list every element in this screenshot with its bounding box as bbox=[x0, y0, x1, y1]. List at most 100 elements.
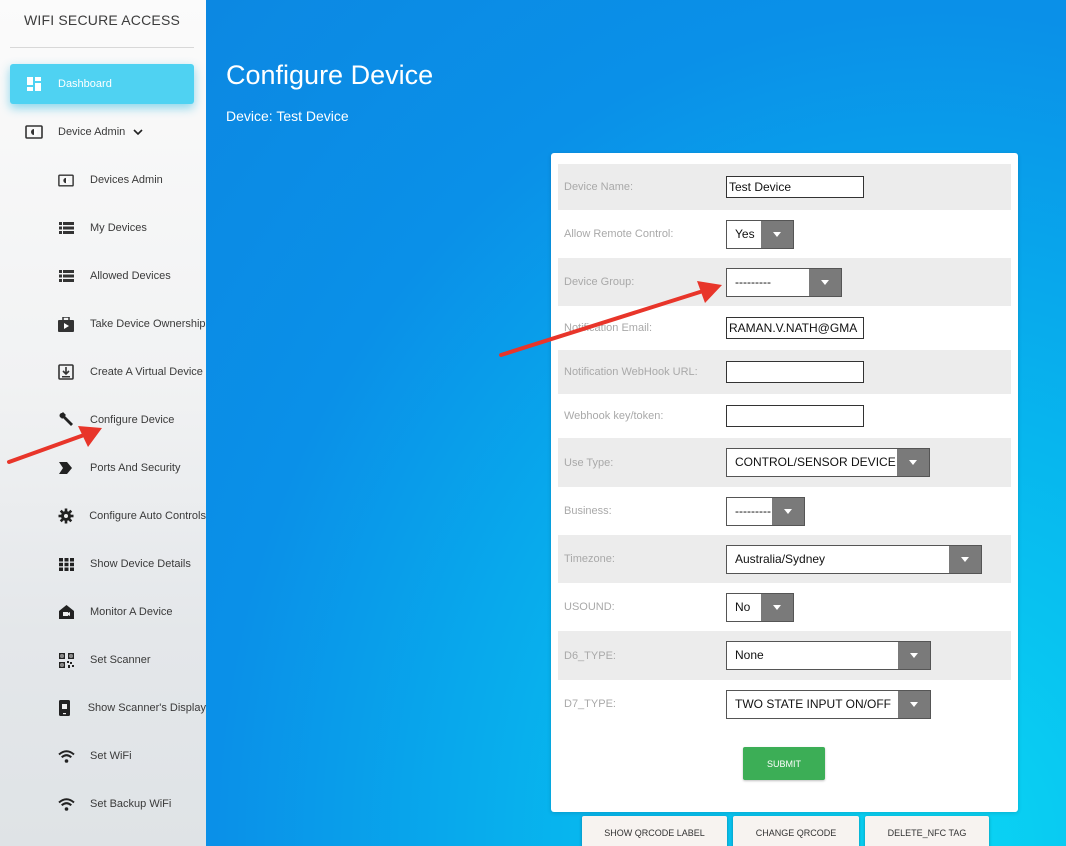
use-type-select[interactable]: CONTROL/SENSOR DEVICE bbox=[726, 448, 930, 477]
field-label: Allow Remote Control: bbox=[564, 228, 674, 240]
sidebar-item-label: My Devices bbox=[90, 222, 147, 234]
sidebar-item-label: Allowed Devices bbox=[90, 270, 171, 282]
webhook-key-input[interactable] bbox=[726, 405, 864, 427]
timezone-select[interactable]: Australia/Sydney bbox=[726, 544, 982, 574]
select-value: --------- bbox=[735, 503, 771, 518]
brand-title: WIFI SECURE ACCESS bbox=[10, 0, 194, 48]
main-content: Configure Device Device: Test Device Dev… bbox=[206, 0, 1066, 846]
download-box-icon bbox=[54, 363, 78, 381]
sidebar-item-dashboard[interactable]: Dashboard bbox=[10, 64, 194, 104]
form-row-d7-type: D7_TYPE: TWO STATE INPUT ON/OFF bbox=[558, 680, 1011, 728]
sidebar-item-label: Monitor A Device bbox=[90, 606, 173, 618]
sidebar-item-label: Device Admin bbox=[58, 126, 126, 138]
form-row-d6-type: D6_TYPE: None bbox=[558, 631, 1011, 680]
form-row-use-type: Use Type: CONTROL/SENSOR DEVICE bbox=[558, 438, 1011, 487]
dropdown-arrow-icon bbox=[898, 690, 930, 718]
usound-select[interactable]: No bbox=[726, 592, 794, 622]
device-admin-icon bbox=[22, 123, 46, 141]
webhook-url-input[interactable] bbox=[726, 361, 864, 383]
sidebar-item-label: Create A Virtual Device bbox=[90, 366, 203, 378]
sidebar-item-allowed-devices[interactable]: Allowed Devices bbox=[10, 256, 206, 296]
form-row-allow-remote: Allow Remote Control: Yes bbox=[558, 210, 1011, 258]
list-icon bbox=[54, 267, 78, 285]
sidebar-item-configure-device[interactable]: Configure Device bbox=[10, 400, 206, 440]
device-group-select[interactable]: --------- bbox=[726, 267, 842, 297]
delete-nfc-tag-button[interactable]: DELETE_NFC TAG bbox=[865, 816, 989, 846]
page-subtitle: Device: Test Device bbox=[226, 108, 349, 124]
form-row-notification-email: Notification Email: RAMAN.V.NATH@GMA bbox=[558, 306, 1011, 350]
sidebar-item-device-admin[interactable]: Device Admin bbox=[10, 112, 206, 152]
sidebar-item-label: Dashboard bbox=[58, 78, 112, 90]
field-label: Use Type: bbox=[564, 456, 614, 469]
wifi-icon bbox=[54, 795, 78, 813]
field-label: D7_TYPE: bbox=[564, 698, 616, 710]
sidebar-item-label: Show Device Details bbox=[90, 558, 191, 570]
notification-email-input[interactable]: RAMAN.V.NATH@GMA bbox=[726, 317, 864, 339]
dropdown-arrow-icon bbox=[772, 497, 804, 525]
field-label: D6_TYPE: bbox=[564, 649, 616, 662]
dashboard-icon bbox=[22, 75, 46, 93]
select-value: TWO STATE INPUT ON/OFF bbox=[735, 696, 891, 711]
sidebar-item-set-scanner[interactable]: Set Scanner bbox=[10, 640, 206, 680]
d7-type-select[interactable]: TWO STATE INPUT ON/OFF bbox=[726, 689, 931, 719]
configure-device-form: Device Name: Test Device Allow Remote Co… bbox=[551, 153, 1018, 812]
sidebar-item-show-device-details[interactable]: Show Device Details bbox=[10, 544, 206, 584]
device-name-input[interactable]: Test Device bbox=[726, 176, 864, 198]
sidebar-item-label: Ports And Security bbox=[90, 462, 181, 474]
form-row-device-group: Device Group: --------- bbox=[558, 258, 1011, 306]
home-camera-icon bbox=[54, 603, 78, 621]
form-row-webhook-url: Notification WebHook URL: bbox=[558, 350, 1011, 394]
submit-button[interactable]: SUBMIT bbox=[743, 747, 825, 780]
device-admin-icon bbox=[54, 171, 78, 189]
gear-icon bbox=[54, 507, 77, 525]
dropdown-arrow-icon bbox=[898, 642, 930, 669]
select-value: CONTROL/SENSOR DEVICE bbox=[735, 455, 896, 469]
sidebar-item-monitor-a-device[interactable]: Monitor A Device bbox=[10, 592, 206, 632]
sidebar-item-label: Configure Device bbox=[90, 414, 175, 426]
sidebar-item-label: Set Backup WiFi bbox=[90, 798, 172, 810]
field-label: Notification WebHook URL: bbox=[564, 366, 698, 378]
chevron-down-icon bbox=[133, 127, 143, 138]
select-value: Yes bbox=[735, 226, 755, 241]
sidebar-item-set-backup-wifi[interactable]: Set Backup WiFi bbox=[10, 784, 206, 824]
sidebar-item-ports-and-security[interactable]: Ports And Security bbox=[10, 448, 206, 488]
sidebar-item-label: Configure Auto Controls bbox=[89, 510, 206, 522]
select-value: --------- bbox=[735, 274, 771, 289]
wifi-icon bbox=[54, 747, 78, 765]
sidebar-item-create-virtual-device[interactable]: Create A Virtual Device bbox=[10, 352, 206, 392]
field-label: Device Group: bbox=[564, 276, 635, 288]
sidebar-item-devices-admin[interactable]: Devices Admin bbox=[10, 160, 206, 200]
sidebar-item-label: Set WiFi bbox=[90, 750, 132, 762]
wrench-icon bbox=[54, 411, 78, 429]
show-qrcode-label-button[interactable]: SHOW QRCODE LABEL bbox=[582, 816, 727, 846]
form-row-timezone: Timezone: Australia/Sydney bbox=[558, 535, 1011, 583]
sidebar-item-take-device-ownership[interactable]: Take Device Ownership bbox=[10, 304, 206, 344]
sidebar-item-configure-auto-controls[interactable]: Configure Auto Controls bbox=[10, 496, 206, 536]
page-title: Configure Device bbox=[226, 60, 434, 90]
form-row-usound: USOUND: No bbox=[558, 583, 1011, 631]
field-label: Device Name: bbox=[564, 181, 634, 193]
dropdown-arrow-icon bbox=[761, 593, 793, 621]
dropdown-arrow-icon bbox=[897, 449, 929, 476]
sidebar-item-label: Set Scanner bbox=[90, 654, 151, 666]
sidebar: WIFI SECURE ACCESS Dashboard Device Admi… bbox=[0, 0, 206, 846]
field-label: Business: bbox=[564, 505, 612, 517]
field-label: Notification Email: bbox=[564, 322, 653, 334]
field-label: Webhook key/token: bbox=[564, 410, 664, 422]
business-select[interactable]: --------- bbox=[726, 496, 805, 526]
d6-type-select[interactable]: None bbox=[726, 641, 931, 670]
allow-remote-select[interactable]: Yes bbox=[726, 219, 794, 249]
form-row-device-name: Device Name: Test Device bbox=[558, 164, 1011, 210]
dropdown-arrow-icon bbox=[949, 545, 981, 573]
sidebar-item-my-devices[interactable]: My Devices bbox=[10, 208, 206, 248]
qrcode-icon bbox=[54, 651, 78, 669]
select-value: None bbox=[735, 648, 764, 662]
sidebar-item-label: Take Device Ownership bbox=[90, 318, 206, 330]
sidebar-item-show-scanners-display[interactable]: Show Scanner's Display bbox=[10, 688, 206, 728]
sidebar-item-set-wifi[interactable]: Set WiFi bbox=[10, 736, 206, 776]
select-value: Australia/Sydney bbox=[735, 551, 826, 566]
sidebar-item-label: Devices Admin bbox=[90, 174, 163, 186]
change-qrcode-button[interactable]: CHANGE QRCODE bbox=[733, 816, 859, 846]
dropdown-arrow-icon bbox=[809, 268, 841, 296]
dropdown-arrow-icon bbox=[761, 220, 793, 248]
